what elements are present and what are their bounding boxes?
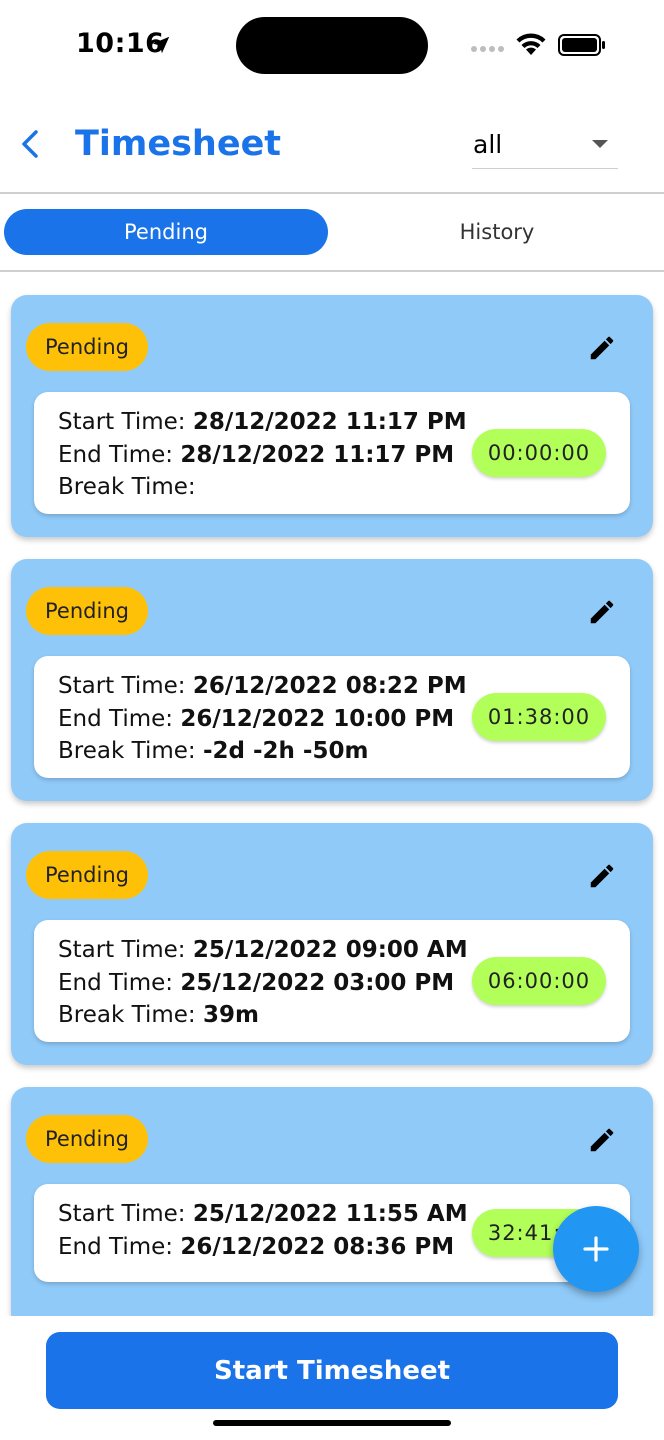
duration-badge: 06:00:00 [472, 957, 606, 1005]
end-time-label: End Time: [58, 969, 181, 996]
timesheet-card[interactable]: Pending Start Time: 28/12/2022 11:17 PM … [11, 295, 653, 537]
break-time-value: -2d -2h -50m [202, 738, 369, 764]
time-details: Start Time: 26/12/2022 08:22 PM End Time… [34, 656, 630, 778]
start-time-row: Start Time: 25/12/2022 11:55 AM [58, 1198, 468, 1231]
dynamic-island [236, 17, 428, 74]
start-timesheet-button[interactable]: Start Timesheet [46, 1332, 618, 1409]
tab-pending[interactable]: Pending [4, 209, 328, 255]
status-badge: Pending [26, 587, 148, 635]
break-time-label: Break Time: [58, 1002, 203, 1028]
tab-bar: Pending History [0, 196, 664, 270]
back-icon[interactable] [14, 124, 46, 164]
timesheet-card[interactable]: Pending Start Time: 26/12/2022 08:22 PM … [11, 559, 653, 801]
bottom-bar: Start Timesheet [0, 1316, 664, 1440]
location-arrow-icon [152, 36, 170, 54]
timesheet-card[interactable]: Pending Start Time: 25/12/2022 11:55 AM … [11, 1087, 653, 1316]
cellular-signal-icon [471, 46, 504, 52]
edit-icon[interactable] [587, 861, 617, 891]
status-badge: Pending [26, 323, 148, 371]
filter-selected-value: all [473, 130, 503, 159]
duration-badge: 00:00:00 [472, 429, 606, 477]
duration-badge: 01:38:00 [472, 693, 606, 741]
break-time-row: Break Time: [58, 471, 467, 504]
wifi-icon [516, 33, 546, 55]
time-details: Start Time: 28/12/2022 11:17 PM End Time… [34, 392, 630, 514]
start-time-row: Start Time: 25/12/2022 09:00 AM [58, 934, 468, 967]
status-bar: 10:16 [0, 0, 664, 92]
status-badge: Pending [26, 1115, 148, 1163]
home-indicator [213, 1420, 451, 1426]
break-time-label: Break Time: [58, 474, 196, 500]
start-time-label: Start Time: [58, 1201, 193, 1227]
end-time-value: 25/12/2022 03:00 PM [180, 969, 455, 996]
filter-dropdown[interactable]: all [472, 126, 618, 169]
break-time-row: Break Time: -2d -2h -50m [58, 735, 467, 768]
start-time-row: Start Time: 26/12/2022 08:22 PM [58, 670, 467, 703]
dropdown-arrow-icon [592, 140, 608, 148]
add-timesheet-button[interactable] [553, 1206, 639, 1292]
start-time-label: Start Time: [58, 937, 193, 963]
start-time-row: Start Time: 28/12/2022 11:17 PM [58, 406, 467, 439]
battery-icon [558, 34, 605, 56]
time-lines: Start Time: 25/12/2022 09:00 AM End Time… [58, 934, 468, 1032]
time-lines: Start Time: 25/12/2022 11:55 AM End Time… [58, 1198, 468, 1263]
end-time-value: 26/12/2022 08:36 PM [180, 1233, 455, 1260]
end-time-label: End Time: [58, 441, 181, 468]
timesheet-card[interactable]: Pending Start Time: 25/12/2022 09:00 AM … [11, 823, 653, 1065]
edit-icon[interactable] [587, 333, 617, 363]
start-time-label: Start Time: [58, 409, 193, 435]
app-header: Timesheet all [0, 100, 664, 192]
break-time-value: 39m [202, 1002, 259, 1028]
break-time-row: Break Time: 39m [58, 999, 468, 1032]
timesheet-list[interactable]: Pending Start Time: 28/12/2022 11:17 PM … [0, 272, 664, 1316]
header-divider [0, 192, 664, 194]
end-time-row: End Time: 26/12/2022 08:36 PM [58, 1231, 468, 1264]
edit-icon[interactable] [587, 597, 617, 627]
tab-history[interactable]: History [336, 209, 658, 255]
time-lines: Start Time: 26/12/2022 08:22 PM End Time… [58, 670, 467, 768]
end-time-row: End Time: 25/12/2022 03:00 PM [58, 967, 468, 1000]
break-time-label: Break Time: [58, 738, 203, 764]
start-time-value: 25/12/2022 09:00 AM [192, 937, 468, 963]
start-time-value: 26/12/2022 08:22 PM [192, 673, 467, 699]
start-time-value: 25/12/2022 11:55 AM [192, 1201, 468, 1227]
time-details: Start Time: 25/12/2022 11:55 AM End Time… [34, 1184, 630, 1282]
plus-icon [583, 1236, 609, 1262]
start-time-value: 28/12/2022 11:17 PM [192, 409, 467, 435]
end-time-label: End Time: [58, 1233, 181, 1260]
end-time-row: End Time: 28/12/2022 11:17 PM [58, 439, 467, 472]
page-title: Timesheet [75, 124, 282, 164]
end-time-value: 28/12/2022 11:17 PM [180, 441, 455, 468]
end-time-value: 26/12/2022 10:00 PM [180, 705, 455, 732]
time-details: Start Time: 25/12/2022 09:00 AM End Time… [34, 920, 630, 1042]
time-lines: Start Time: 28/12/2022 11:17 PM End Time… [58, 406, 467, 504]
end-time-label: End Time: [58, 705, 181, 732]
start-time-label: Start Time: [58, 673, 193, 699]
status-badge: Pending [26, 851, 148, 899]
end-time-row: End Time: 26/12/2022 10:00 PM [58, 703, 467, 736]
edit-icon[interactable] [587, 1125, 617, 1155]
